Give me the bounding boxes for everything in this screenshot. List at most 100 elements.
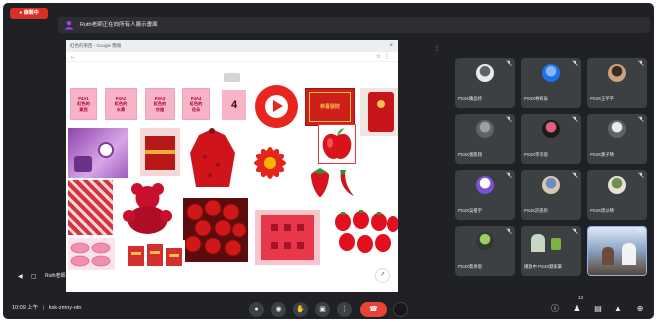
mic-off-icon (572, 228, 578, 234)
camera-button[interactable]: ◉ (271, 302, 286, 317)
participant-avatar (542, 64, 560, 82)
toolbar-icons[interactable]: ☆⋮ (376, 52, 393, 62)
participant-tile[interactable]: PS4X周以晴 (587, 170, 647, 220)
macarons-image (68, 238, 115, 270)
participant-avatar (608, 120, 626, 138)
participant-tile[interactable] (587, 226, 647, 276)
red-snacks-image (125, 240, 185, 270)
tab-title[interactable]: 紅色的東西 - Google 簡報 (70, 40, 121, 52)
strawberries-image (333, 210, 398, 258)
participant-tile[interactable]: PS4X黃子晴 (587, 114, 647, 164)
card-line: 花朵 (191, 106, 201, 112)
participant-avatar (476, 120, 494, 138)
red-teddy-bear-image (115, 180, 180, 235)
participant-avatar (608, 176, 626, 194)
participant-tile[interactable]: PS4X林宥辰 (521, 58, 581, 108)
leave-button[interactable] (393, 302, 408, 317)
presentation-banner: Ruth老師正在向所有人展示畫面 (58, 17, 650, 33)
red-roses-image (183, 198, 248, 262)
people-icon[interactable]: ♟ (571, 303, 583, 315)
more-options-button[interactable]: ⋮ (337, 302, 352, 317)
participant-tile[interactable]: PS4X李沛恩 (521, 114, 581, 164)
separator: | (42, 305, 45, 311)
mic-icon: ● (254, 306, 259, 313)
camera-icon: ◉ (275, 306, 282, 313)
raise-hand-icon: ✋ (296, 306, 305, 313)
participant-avatar (476, 64, 494, 82)
red-gift-box-image (140, 128, 180, 176)
participant-name: PS4X黃子晴 (590, 152, 614, 157)
pin-icon[interactable]: ⁞ (436, 46, 438, 53)
red-bag-image (185, 125, 240, 195)
close-icon[interactable]: × (389, 40, 393, 52)
participant-avatar (476, 232, 494, 250)
participant-tile[interactable]: PS4X蔡承恩 (455, 226, 515, 276)
participant-name: PS4X張凱翔 (458, 152, 482, 157)
participant-name: PS4X蔡承恩 (458, 264, 482, 269)
red-apple-image (318, 124, 356, 164)
red-couplet-image (360, 88, 398, 136)
participant-tile[interactable]: PS4X王芊芊 (587, 58, 647, 108)
presenter-label: Ruth老師 (45, 273, 66, 279)
mic-off-icon (638, 60, 644, 66)
pink-card: P4A1 紅色的 東西 (70, 88, 97, 120)
mic-off-icon (638, 172, 644, 178)
info-icon[interactable]: ⓘ (549, 303, 561, 315)
mic-button[interactable]: ● (249, 302, 264, 317)
pink-card: P4A2 紅色的 水果 (105, 88, 137, 120)
banner-text: Ruth老師正在向所有人展示畫面 (80, 22, 158, 28)
participant-name: PS4X林宥辰 (524, 96, 548, 101)
mic-off-icon (637, 229, 643, 235)
raise-hand-button[interactable]: ✋ (293, 302, 308, 317)
browser-tab-bar: 紅色的東西 - Google 簡報 × (66, 40, 398, 52)
participant-tile[interactable]: 播放中 PS4X劉家豪 (521, 226, 581, 276)
meeting-info: 10:09 上午 | ksk-zmny-otn (12, 303, 82, 311)
meet-window: ● 錄製中 Ruth老師正在向所有人展示畫面 ◀ ▢ Ruth老師 紅色的東西 … (3, 3, 654, 319)
red-vase-image (68, 180, 113, 235)
participant-avatar (542, 120, 560, 138)
participant-name: 播放中 PS4X劉家豪 (524, 264, 562, 269)
activities-icon[interactable]: ▲ (612, 303, 624, 315)
participant-avatar (476, 176, 494, 194)
participant-tile[interactable]: PS4X張凱翔 (455, 114, 515, 164)
strawberry-image (308, 165, 332, 200)
participant-tile[interactable]: PS4X吳俊宇 (455, 170, 515, 220)
play-button-image (255, 85, 298, 128)
back-arrow-icon[interactable]: ← (70, 52, 76, 62)
mic-off-icon (506, 116, 512, 122)
mic-off-icon (572, 172, 578, 178)
chat-icon[interactable]: ▤ (592, 303, 604, 315)
present-button[interactable]: ▣ (315, 302, 330, 317)
participant-tile[interactable]: PS4X許語彤 (521, 170, 581, 220)
recording-badge: ● 錄製中 (10, 8, 48, 19)
participant-tile[interactable]: PS4X陳品妤 (455, 58, 515, 108)
expand-icon[interactable]: ↗ (375, 268, 390, 283)
host-controls-icon[interactable]: ⊕ (634, 303, 646, 315)
card-line: 東西 (79, 106, 88, 112)
browser-toolbar: ← ☆⋮ (66, 52, 398, 62)
end-call-button[interactable]: ☎ (360, 302, 387, 317)
slide-nav[interactable] (224, 73, 240, 82)
speaker-icon[interactable]: ◀ (18, 273, 23, 280)
mic-off-icon (506, 60, 512, 66)
red-plate-image (255, 210, 320, 265)
pink-card: P4A4 紅色的 花朵 (182, 88, 210, 120)
present-icon: ▣ (319, 306, 326, 313)
participant-avatar (608, 64, 626, 82)
participant-avatar (542, 176, 560, 194)
mic-off-icon (506, 228, 512, 234)
end-call-icon: ☎ (369, 306, 378, 313)
participant-name: PS4X李沛恩 (524, 152, 548, 157)
meeting-code[interactable]: ksk-zmny-otn (49, 305, 82, 311)
participant-name: PS4X王芊芊 (590, 96, 614, 101)
mic-off-icon (506, 172, 512, 178)
mic-off-icon (638, 116, 644, 122)
mic-off-icon (572, 60, 578, 66)
red-envelope-image: 恭喜發財 (305, 88, 355, 126)
participant-name: PS4X吳俊宇 (458, 208, 482, 213)
pip-icon[interactable]: ▢ (31, 273, 37, 280)
participant-name: PS4X陳品妤 (458, 96, 482, 101)
pink-card: P4A3 紅色的 衣服 (145, 88, 175, 120)
chili-image (335, 168, 357, 198)
shared-screen: 紅色的東西 - Google 簡報 × ← ☆⋮ P4A1 紅色的 東西 P4A… (66, 40, 398, 292)
